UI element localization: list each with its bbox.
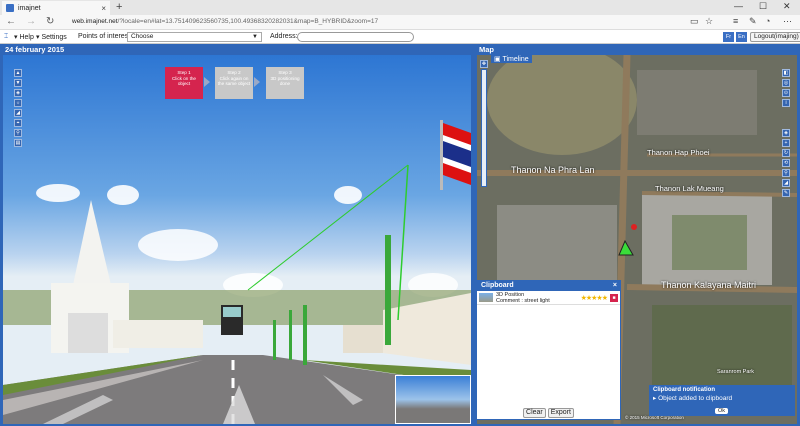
zoom-slider[interactable] (481, 69, 487, 187)
delete-icon[interactable]: ■ (610, 293, 618, 302)
rotate-icon[interactable]: ⟲ (782, 159, 790, 167)
back-arrow-icon[interactable]: ← (6, 16, 16, 27)
measure-icon[interactable]: ◢ (14, 109, 22, 117)
maximize-button[interactable]: ☐ (759, 1, 767, 12)
notification-title: Clipboard notification (653, 387, 715, 393)
imajnet-favicon-icon (6, 4, 14, 12)
park-label: Saranrom Park (717, 369, 754, 375)
poi-label: Points of interest: (78, 33, 133, 40)
street-label: Thanon Kalayana Maitri (661, 280, 757, 290)
close-icon[interactable]: × (613, 281, 617, 291)
lang-fr-button[interactable]: Fr (723, 32, 734, 42)
help-menu[interactable]: ▾ Help (14, 33, 34, 41)
camera-icon[interactable]: ◈ (782, 129, 790, 137)
close-tab-icon[interactable]: × (101, 4, 106, 13)
step-arrow-icon (254, 77, 260, 87)
clear-button[interactable]: Clear (523, 408, 546, 418)
url-field[interactable]: web.imajnet.net/?locale=en#lat=13.751409… (72, 18, 378, 25)
zoom-icon[interactable]: ⚲ (14, 129, 22, 137)
move-forward-icon[interactable]: ▲ (14, 69, 22, 77)
rating-stars-icon[interactable]: ★★★★★ (581, 294, 608, 302)
ok-button[interactable]: Ok (715, 408, 729, 414)
map-pan-controls: ✥ (480, 60, 488, 68)
step-2: Step 2 Click again on the same object (215, 67, 253, 99)
web-note-icon[interactable]: ✎ (749, 16, 757, 27)
clipboard-notification: Clipboard notification ▸ Object added to… (649, 385, 795, 416)
share-icon[interactable]: ◔ (765, 16, 770, 26)
poi-select[interactable]: Choose ▼ (127, 32, 262, 42)
timeline-button[interactable]: ▣ Timeline (491, 55, 532, 63)
hub-icon[interactable]: ≡ (733, 16, 738, 26)
layers-icon[interactable]: ◧ (782, 69, 790, 77)
step-3: Step 3 3D positioning done (266, 67, 304, 99)
street-label: Thanon Lak Mueang (655, 184, 724, 193)
logout-button[interactable]: Logout(imajing) (750, 32, 800, 42)
street-scene (3, 120, 471, 424)
clipboard-dialog: Clipboard × 3D Position Comment : street… (476, 280, 621, 420)
address-input[interactable] (297, 32, 414, 42)
brightness-icon[interactable]: ☼ (14, 99, 22, 107)
photo-tools: ▲ ▼ ◈ ☼ ◢ ⌖ ⚲ ▤ (14, 69, 22, 147)
street-photo[interactable]: Step 1 Click on the object Step 2 Click aga… (3, 55, 471, 424)
item-thumbnail (479, 293, 493, 302)
favorite-star-icon[interactable]: ☆ (705, 16, 713, 27)
forward-arrow-icon[interactable]: → (26, 16, 36, 27)
camera-icon[interactable]: ◈ (14, 89, 22, 97)
info-icon[interactable]: i (782, 99, 790, 107)
new-tab-button[interactable]: + (116, 1, 122, 13)
photo-thumbnail[interactable] (395, 375, 471, 424)
more-icon[interactable]: ⋯ (783, 16, 792, 27)
pan-icon[interactable]: ✥ (480, 60, 488, 68)
clipboard-header: Clipboard × (477, 281, 620, 291)
edit-icon[interactable]: ✎ (782, 189, 790, 197)
move-back-icon[interactable]: ▼ (14, 79, 22, 87)
close-window-button[interactable]: ✕ (783, 1, 791, 12)
address-bar: ← → ↻ web.imajnet.net/?locale=en#lat=13.… (0, 15, 800, 30)
notification-message: ▸ Object added to clipboard (653, 395, 733, 402)
pin-icon[interactable]: ⊙ (782, 89, 790, 97)
map-title: Map (479, 45, 494, 54)
tab-title: imajnet (18, 4, 41, 12)
photo-panel: 24 february 2015 Step 1 Click on the obj… (0, 44, 474, 426)
street-label: Thanon Hap Phoei (647, 148, 710, 157)
settings-menu[interactable]: ▾ Settings (36, 33, 67, 41)
refresh-icon[interactable]: ↻ (46, 16, 54, 27)
reading-view-icon[interactable]: ▭ (690, 16, 699, 27)
browser-tab[interactable]: imajnet × (2, 1, 110, 15)
chevron-down-icon: ▼ (252, 34, 258, 40)
street-label: Thanon Na Phra Lan (511, 165, 595, 175)
browser-tab-bar: imajnet × + — ☐ ✕ (0, 0, 800, 15)
imajnet-logo-icon: ⌶ (4, 33, 9, 40)
item-comment: Comment : street light (496, 297, 550, 304)
step-1: Step 1 Click on the object (165, 67, 203, 99)
map-tools: ◧ ◎ ⊙ i ◈ + ↻ ⟲ ⚲ ◢ ✎ (782, 69, 790, 197)
app-toolbar: ⌶ ▾ Help ▾ Settings Points of interest: … (0, 31, 800, 44)
clipboard-item[interactable]: 3D Position Comment : street light ★★★★★… (477, 291, 620, 305)
minimize-button[interactable]: — (734, 1, 743, 11)
clipboard-icon[interactable]: ▤ (14, 139, 22, 147)
export-button[interactable]: Export (547, 408, 574, 418)
step-arrow-icon (204, 77, 210, 87)
photo-date: 24 february 2015 (5, 45, 65, 54)
search-icon[interactable]: ⚲ (782, 169, 790, 177)
address-label: Address: (270, 33, 298, 40)
zoom-in-icon[interactable]: + (782, 139, 790, 147)
lang-en-button[interactable]: En (736, 32, 747, 42)
position-icon[interactable]: ⌖ (14, 119, 22, 127)
refresh-icon[interactable]: ↻ (782, 149, 790, 157)
globe-icon[interactable]: ◎ (782, 79, 790, 87)
measure-icon[interactable]: ◢ (782, 179, 790, 187)
